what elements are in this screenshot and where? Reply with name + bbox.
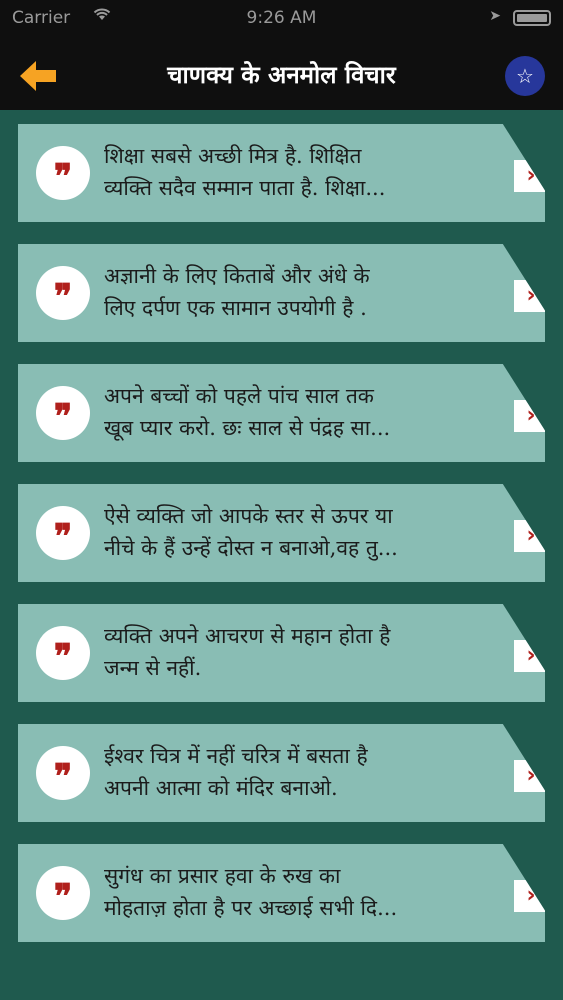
chevron-right-icon[interactable]: › — [514, 280, 545, 312]
quote-icon: ❞ — [36, 266, 90, 320]
battery-icon — [513, 10, 551, 26]
quote-icon: ❞ — [36, 626, 90, 680]
quote-text: ऐसे व्यक्ति जो आपके स्तर से ऊपर या नीचे … — [104, 504, 398, 560]
list-item[interactable]: ❞ अपने बच्चों को पहले पांच साल तक खूब प्… — [18, 364, 545, 462]
quote-icon: ❞ — [36, 386, 90, 440]
location-icon: ➤ — [489, 8, 501, 24]
quote-icon: ❞ — [36, 506, 90, 560]
clock: 9:26 AM — [246, 8, 317, 28]
chevron-right-icon[interactable]: › — [514, 760, 545, 792]
quote-icon: ❞ — [36, 866, 90, 920]
page-title: चाणक्य के अनमोल विचार — [167, 61, 396, 89]
quote-text: अज्ञानी के लिए किताबें और अंधे के लिए दर… — [104, 264, 370, 320]
status-bar: Carrier 9:26 AM ➤ — [0, 0, 563, 38]
chevron-right-icon[interactable]: › — [514, 640, 545, 672]
quote-icon: ❞ — [36, 746, 90, 800]
chevron-right-icon[interactable]: › — [514, 880, 545, 912]
quote-text: ईश्वर चित्र में नहीं चरित्र में बसता है … — [104, 744, 368, 800]
chevron-right-icon[interactable]: › — [514, 520, 545, 552]
list-item[interactable]: ❞ ईश्वर चित्र में नहीं चरित्र में बसता ह… — [18, 724, 545, 822]
list-item[interactable]: ❞ अज्ञानी के लिए किताबें और अंधे के लिए … — [18, 244, 545, 342]
chevron-right-icon[interactable]: › — [514, 400, 545, 432]
list-item[interactable]: ❞ ऐसे व्यक्ति जो आपके स्तर से ऊपर या नीच… — [18, 484, 545, 582]
quote-icon: ❞ — [36, 146, 90, 200]
quote-text: शिक्षा सबसे अच्छी मित्र है. शिक्षित व्यक… — [104, 144, 386, 200]
quote-text: सुगंध का प्रसार हवा के रुख का मोहताज़ हो… — [104, 864, 398, 920]
star-icon[interactable]: ☆ — [505, 56, 545, 96]
list-item[interactable]: ❞ शिक्षा सबसे अच्छी मित्र है. शिक्षित व्… — [18, 124, 545, 222]
chevron-right-icon[interactable]: › — [514, 160, 545, 192]
quote-text: व्यक्ति अपने आचरण से महान होता है जन्म स… — [104, 624, 391, 680]
list-item[interactable]: ❞ सुगंध का प्रसार हवा के रुख का मोहताज़ … — [18, 844, 545, 942]
list-item[interactable]: ❞ व्यक्ति अपने आचरण से महान होता है जन्म… — [18, 604, 545, 702]
quote-text: अपने बच्चों को पहले पांच साल तक खूब प्या… — [104, 384, 391, 440]
navigation-bar: चाणक्य के अनमोल विचार ☆ — [0, 38, 563, 110]
